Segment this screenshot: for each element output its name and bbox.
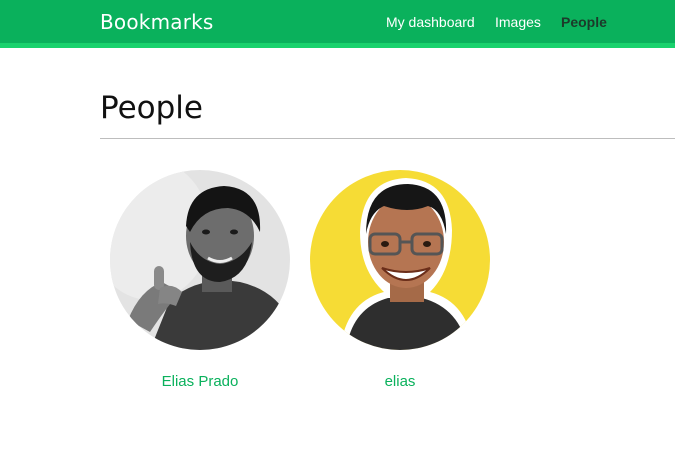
person-name[interactable]: elias bbox=[290, 373, 510, 390]
menu-item-dashboard[interactable]: My dashboard bbox=[386, 14, 475, 30]
title-divider bbox=[100, 138, 675, 139]
person-card[interactable]: elias bbox=[310, 170, 490, 400]
menu-item-people[interactable]: People bbox=[561, 14, 607, 30]
page-title: People bbox=[100, 90, 203, 126]
avatar[interactable] bbox=[110, 170, 290, 350]
avatar[interactable] bbox=[310, 170, 490, 350]
top-navigation-bar: Bookmarks My dashboard Images People bbox=[0, 0, 675, 48]
avatar-photo-elias bbox=[310, 170, 490, 350]
main-menu: My dashboard Images People bbox=[0, 14, 675, 34]
person-card[interactable]: Elias Prado bbox=[110, 170, 290, 400]
person-name[interactable]: Elias Prado bbox=[90, 373, 310, 390]
menu-item-images[interactable]: Images bbox=[495, 14, 541, 30]
avatar-photo-elias-prado bbox=[110, 170, 290, 350]
